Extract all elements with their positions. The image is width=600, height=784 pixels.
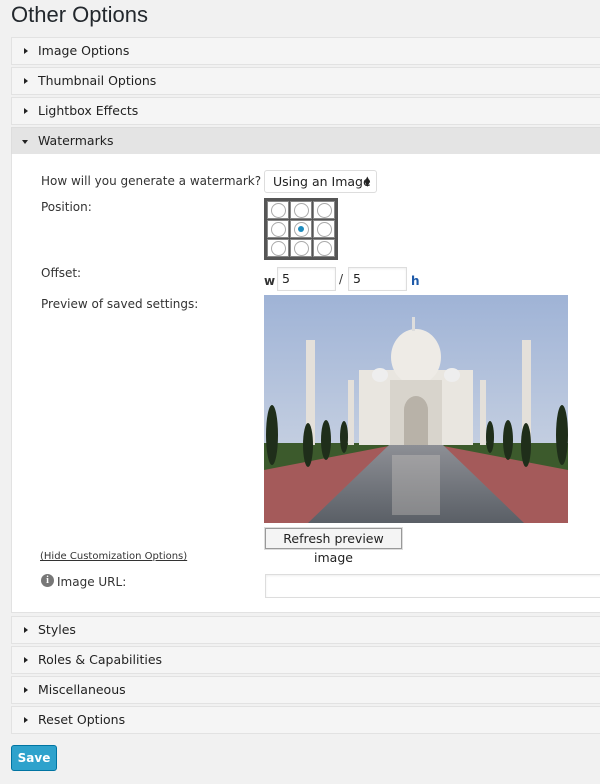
caret-right-icon bbox=[24, 78, 28, 84]
offset-h-label: h bbox=[411, 274, 420, 288]
caret-right-icon bbox=[24, 108, 28, 114]
section-watermarks[interactable]: Watermarks bbox=[11, 127, 600, 155]
section-label: Watermarks bbox=[38, 133, 114, 148]
offset-label: Offset: bbox=[41, 266, 82, 280]
section-label: Styles bbox=[38, 622, 76, 637]
position-top-left[interactable] bbox=[270, 202, 286, 218]
section-label: Reset Options bbox=[38, 712, 126, 727]
position-top-center[interactable] bbox=[293, 202, 309, 218]
section-reset-options[interactable]: Reset Options bbox=[11, 706, 600, 734]
position-top-right[interactable] bbox=[316, 202, 332, 218]
refresh-preview-button[interactable]: Refresh preview image bbox=[265, 528, 402, 565]
section-label: Thumbnail Options bbox=[38, 73, 157, 88]
image-url-input[interactable] bbox=[265, 574, 600, 598]
position-bottom-center[interactable] bbox=[293, 240, 309, 256]
caret-down-icon bbox=[22, 140, 28, 144]
watermark-preview-image bbox=[264, 295, 568, 523]
method-label: How will you generate a watermark? bbox=[41, 174, 262, 188]
position-middle-left[interactable] bbox=[270, 221, 286, 237]
section-label: Image Options bbox=[38, 43, 130, 58]
preview-label: Preview of saved settings: bbox=[41, 297, 199, 311]
watermark-method-select[interactable]: Using an Image ▲ ▼ bbox=[264, 170, 377, 193]
position-grid bbox=[264, 198, 338, 260]
select-arrows-icon: ▲ ▼ bbox=[364, 175, 370, 188]
section-thumbnail-options[interactable]: Thumbnail Options bbox=[11, 67, 600, 95]
section-image-options[interactable]: Image Options bbox=[11, 37, 600, 65]
save-button[interactable]: Save bbox=[11, 745, 57, 771]
position-label: Position: bbox=[41, 200, 92, 214]
position-bottom-left[interactable] bbox=[270, 240, 286, 256]
caret-right-icon bbox=[24, 687, 28, 693]
caret-right-icon bbox=[24, 627, 28, 633]
position-middle-right[interactable] bbox=[316, 221, 332, 237]
offset-h-input[interactable]: 5 bbox=[348, 267, 407, 291]
section-label: Miscellaneous bbox=[38, 682, 126, 697]
offset-separator: / bbox=[339, 272, 344, 286]
section-roles-capabilities[interactable]: Roles & Capabilities bbox=[11, 646, 600, 674]
caret-right-icon bbox=[24, 717, 28, 723]
image-url-label: Image URL: bbox=[57, 575, 127, 589]
offset-w-input[interactable]: 5 bbox=[277, 267, 336, 291]
info-icon[interactable]: i bbox=[41, 574, 54, 587]
section-miscellaneous[interactable]: Miscellaneous bbox=[11, 676, 600, 704]
section-styles[interactable]: Styles bbox=[11, 616, 600, 644]
caret-right-icon bbox=[24, 657, 28, 663]
offset-w-label: w bbox=[264, 274, 276, 288]
section-label: Lightbox Effects bbox=[38, 103, 139, 118]
select-value: Using an Image bbox=[273, 174, 371, 189]
caret-right-icon bbox=[24, 48, 28, 54]
position-middle-center[interactable] bbox=[293, 221, 309, 237]
page-title: Other Options bbox=[11, 2, 148, 27]
section-lightbox-effects[interactable]: Lightbox Effects bbox=[11, 97, 600, 125]
position-bottom-right[interactable] bbox=[316, 240, 332, 256]
section-label: Roles & Capabilities bbox=[38, 652, 163, 667]
hide-customization-link[interactable]: (Hide Customization Options) bbox=[40, 551, 187, 562]
